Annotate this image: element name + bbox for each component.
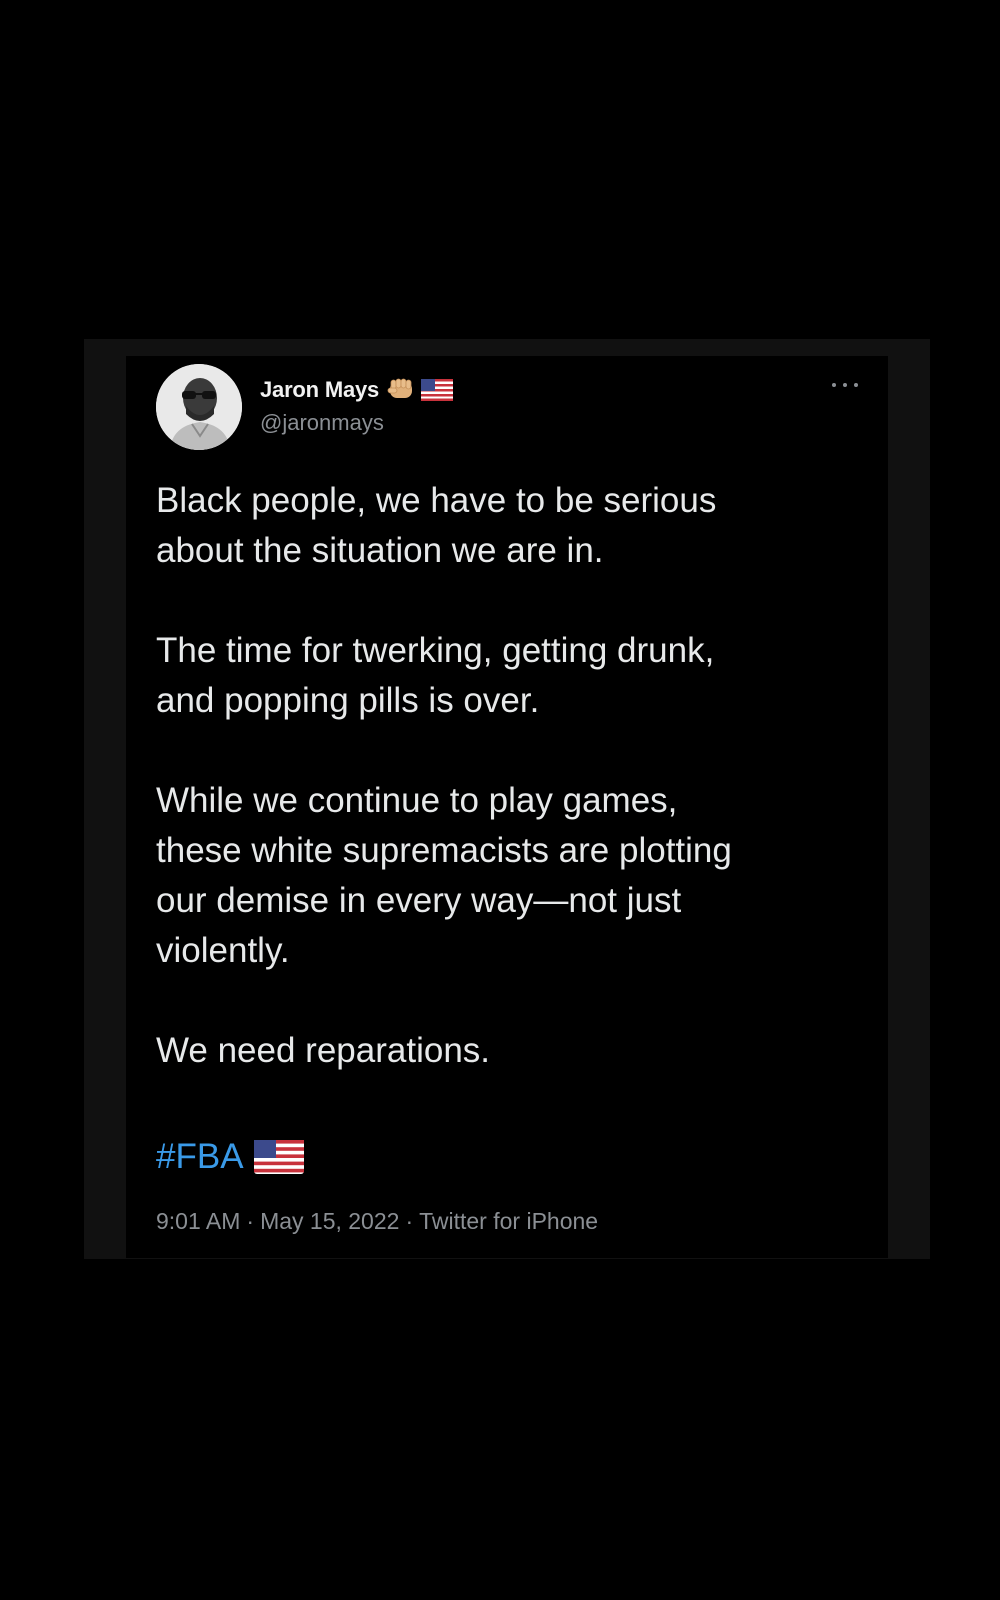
tweet-paragraph: Black people, we have to be serious abou…	[156, 481, 717, 570]
hashtag-link[interactable]: #FBA	[156, 1137, 244, 1177]
author-name-row: Jaron Mays	[260, 376, 454, 404]
tweet-date[interactable]: May 15, 2022	[260, 1208, 399, 1234]
author-handle[interactable]: @jaronmays	[260, 410, 453, 436]
more-options-icon[interactable]	[832, 380, 858, 390]
meta-separator: ·	[405, 1208, 414, 1234]
meta-separator: ·	[246, 1208, 255, 1234]
avatar[interactable]	[156, 364, 242, 450]
us-flag-icon	[253, 1140, 304, 1174]
tweet-metadata: 9:01 AM · May 15, 2022 · Twitter for iPhone	[156, 1208, 598, 1235]
us-flag-icon	[421, 379, 454, 401]
raised-fist-icon	[385, 376, 415, 404]
tweet-paragraph: We need reparations.	[156, 1031, 491, 1070]
tweet-card: Jaron Mays @jaronmays Black people, we h…	[126, 356, 888, 1258]
tweet-paragraph: The time for twerking, getting drunk, an…	[156, 631, 715, 720]
hashtag-row: #FBA	[156, 1132, 304, 1182]
tweet-source[interactable]: Twitter for iPhone	[419, 1208, 598, 1234]
tweet-body: Black people, we have to be serious abou…	[156, 476, 856, 1126]
author-display-name[interactable]: Jaron Mays	[260, 377, 379, 403]
tweet-author: Jaron Mays @jaronmays	[260, 376, 454, 436]
tweet-time[interactable]: 9:01 AM	[156, 1208, 240, 1234]
tweet-paragraph: While we continue to play games, these w…	[156, 781, 732, 970]
